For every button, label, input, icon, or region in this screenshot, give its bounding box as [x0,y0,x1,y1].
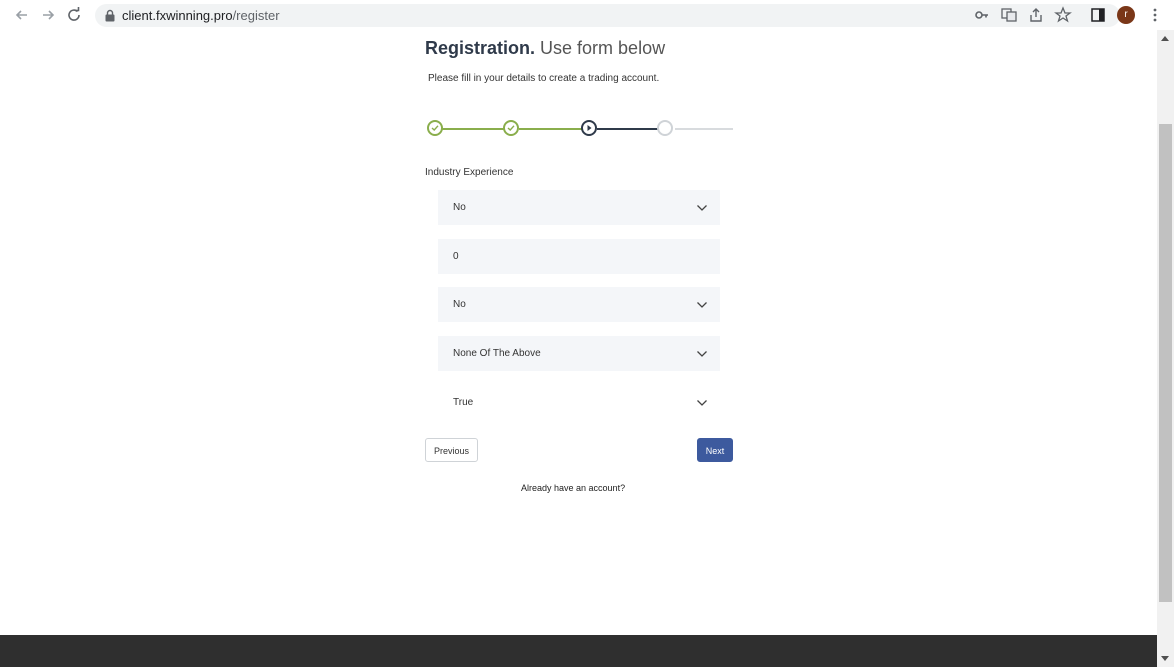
profile-avatar[interactable]: r [1117,6,1135,24]
experience-input[interactable]: 0 [438,239,720,274]
check-icon [431,125,439,131]
page-footer [0,635,1157,667]
title-light: Use form below [540,38,666,58]
kebab-menu-icon[interactable] [1146,6,1164,24]
back-icon[interactable] [12,5,32,25]
bookmark-star-icon[interactable] [1054,6,1072,24]
scrollbar-thumb[interactable] [1159,124,1172,602]
section-label: Industry Experience [425,167,514,178]
next-button[interactable]: Next [697,438,733,462]
experience-select-2[interactable]: No [438,287,720,322]
select-value: No [453,202,466,213]
side-panel-icon[interactable] [1089,6,1107,24]
experience-select-1[interactable]: No [438,190,720,225]
reload-icon[interactable] [64,5,84,25]
key-icon[interactable] [973,6,991,24]
title-bold: Registration. [425,38,536,58]
chevron-down-icon [697,400,707,406]
check-icon [507,125,515,131]
share-icon[interactable] [1027,6,1045,24]
forward-icon[interactable] [38,5,58,25]
page-subtitle: Please fill in your details to create a … [428,73,660,84]
chevron-down-icon [697,351,707,357]
progress-stepper [425,118,735,140]
browser-toolbar: client.fxwinning.pro/register r [0,0,1174,30]
step-4-pending [657,120,673,136]
step-3-current [581,120,597,136]
play-arrow-icon [587,125,592,131]
select-value: True [453,397,474,408]
select-value: None Of The Above [453,348,541,359]
url-text: client.fxwinning.pro/register [122,8,280,23]
scrollbar[interactable] [1157,30,1174,667]
scroll-down-arrow-icon[interactable] [1161,656,1169,661]
url-host: client.fxwinning.pro [122,8,233,23]
stepper-line-4 [675,128,733,130]
translate-icon[interactable] [1000,6,1018,24]
experience-select-3[interactable]: None Of The Above [438,336,720,371]
experience-select-4[interactable]: True [438,385,720,420]
url-path: /register [232,8,280,23]
input-value: 0 [453,251,459,262]
address-bar[interactable]: client.fxwinning.pro/register [95,4,1120,27]
page-title: Registration. Use form below [425,37,665,59]
previous-button[interactable]: Previous [425,438,478,462]
step-1-complete [427,120,443,136]
stepper-line-2 [519,128,589,130]
select-value: No [453,299,466,310]
chevron-down-icon [697,302,707,308]
step-2-complete [503,120,519,136]
scroll-up-arrow-icon[interactable] [1161,36,1169,41]
chevron-down-icon [697,205,707,211]
login-link[interactable]: Already have an account? [521,483,625,494]
lock-icon [105,9,115,22]
stepper-line-1 [441,128,511,130]
